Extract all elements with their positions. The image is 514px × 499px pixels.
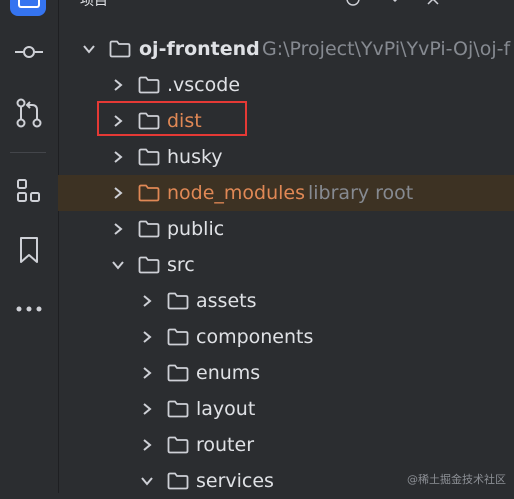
activity-divider [10, 152, 46, 153]
tree-item-label: components [196, 326, 314, 348]
chevron-right-icon[interactable] [111, 222, 125, 236]
tree-item-label: layout [196, 398, 256, 420]
chevron-right-icon[interactable] [111, 150, 125, 164]
tree-item-label: services [196, 470, 274, 492]
library-root-hint: library root [308, 182, 414, 204]
tree-row[interactable]: assets [58, 283, 514, 319]
folder-icon [167, 292, 189, 310]
chevron-right-icon[interactable] [140, 438, 154, 452]
folder-icon [167, 436, 189, 454]
chevron-right-icon[interactable] [111, 78, 125, 92]
tree-root-path: G:\Project\YvPi\YvPi-Oj\oj-f [262, 38, 511, 60]
chevron-down-icon[interactable] [111, 258, 125, 272]
tree-item-label: husky [167, 146, 223, 168]
folder-icon [138, 256, 160, 274]
folder-icon [138, 220, 160, 238]
folder-icon [167, 472, 189, 490]
tree-item-label: enums [196, 362, 261, 384]
tree-item-label: public [167, 218, 225, 240]
watermark-text: @稀土掘金技术社区 [407, 473, 506, 486]
project-tool-icon[interactable] [10, 0, 46, 16]
tree-row[interactable]: husky [58, 139, 514, 175]
folder-icon [167, 364, 189, 382]
tree-row-node-modules[interactable]: node_modules library root [58, 175, 514, 211]
folder-icon [167, 328, 189, 346]
tree-row[interactable]: .vscode [58, 67, 514, 103]
annotation-highlight-box [97, 101, 247, 136]
commit-icon[interactable] [10, 33, 48, 71]
bookmarks-icon[interactable] [10, 231, 48, 269]
tree-root-label: oj-frontend [139, 38, 260, 60]
tree-item-label: assets [196, 290, 257, 312]
chevron-down-icon[interactable] [82, 42, 96, 56]
chevron-right-icon[interactable] [140, 366, 154, 380]
more-tools-icon[interactable] [10, 290, 48, 328]
tree-row-root[interactable]: oj-frontend G:\Project\YvPi\YvPi-Oj\oj-f [58, 31, 514, 67]
tree-row[interactable]: enums [58, 355, 514, 391]
tree-row[interactable]: layout [58, 391, 514, 427]
structure-icon[interactable] [10, 172, 48, 210]
pull-requests-icon[interactable] [10, 94, 48, 132]
chevron-down-icon[interactable] [140, 474, 154, 488]
folder-icon [138, 76, 160, 94]
chevron-right-icon[interactable] [140, 330, 154, 344]
folder-icon [167, 400, 189, 418]
chevron-right-icon[interactable] [140, 402, 154, 416]
folder-icon [138, 148, 160, 166]
folder-icon [109, 40, 131, 58]
folder-icon [138, 184, 160, 202]
tree-item-label: router [196, 434, 255, 456]
tree-row[interactable]: src [58, 247, 514, 283]
chevron-right-icon[interactable] [111, 186, 125, 200]
tree-item-label: src [167, 254, 195, 276]
activity-bar [0, 0, 59, 493]
tree-row[interactable]: components [58, 319, 514, 355]
tree-row[interactable]: public [58, 211, 514, 247]
chevron-right-icon[interactable] [140, 294, 154, 308]
tree-row[interactable]: router [58, 427, 514, 463]
tree-item-label: node_modules [167, 182, 306, 204]
project-tree: oj-frontend G:\Project\YvPi\YvPi-Oj\oj-f… [58, 0, 514, 493]
tree-item-label: .vscode [167, 74, 241, 96]
